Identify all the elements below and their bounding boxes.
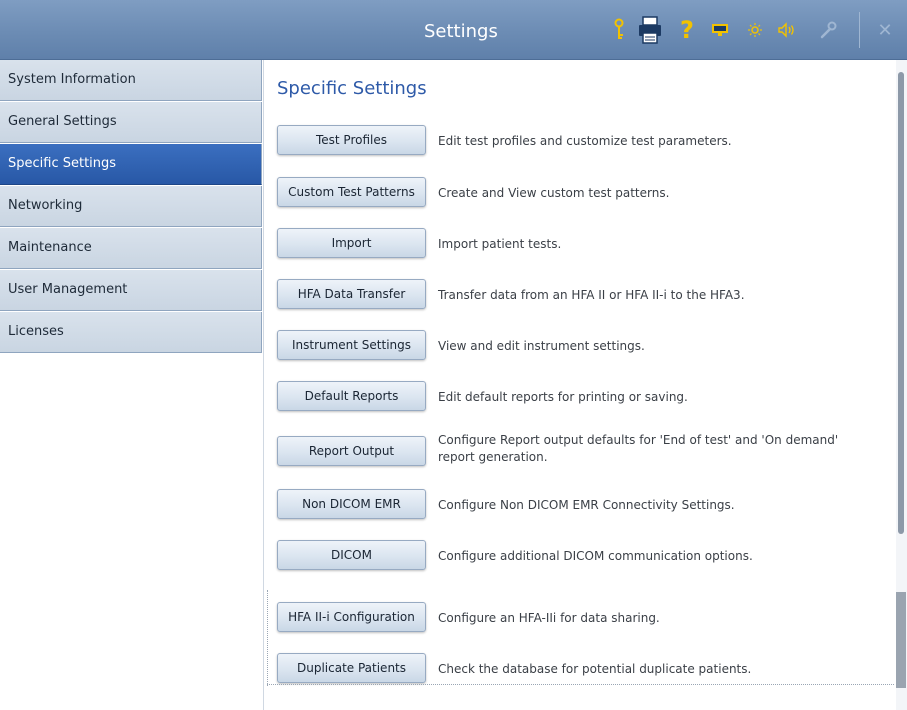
sidebar-item-maintenance[interactable]: Maintenance bbox=[0, 228, 262, 269]
custom-test-patterns-description: Create and View custom test patterns. bbox=[438, 186, 670, 200]
wrench-icon[interactable] bbox=[818, 14, 840, 46]
brightness-icon[interactable] bbox=[746, 14, 764, 46]
volume-icon[interactable] bbox=[776, 14, 798, 46]
overflow-indicator bbox=[267, 590, 268, 686]
sidebar-item-label: Specific Settings bbox=[8, 156, 117, 171]
toolbar-separator bbox=[859, 12, 860, 48]
import-button[interactable]: Import bbox=[277, 228, 426, 258]
custom-test-patterns-button[interactable]: Custom Test Patterns bbox=[277, 177, 426, 207]
sidebar-item-label: General Settings bbox=[8, 114, 117, 129]
non-dicom-emr-description: Configure Non DICOM EMR Connectivity Set… bbox=[438, 498, 735, 512]
sidebar-item-user-management[interactable]: User Management bbox=[0, 270, 262, 311]
sidebar-item-label: System Information bbox=[8, 72, 136, 87]
overflow-divider bbox=[267, 684, 894, 685]
hfa-ii-i-configuration-description: Configure an HFA-IIi for data sharing. bbox=[438, 611, 660, 625]
sidebar-item-licenses[interactable]: Licenses bbox=[0, 312, 262, 353]
help-glyph: ? bbox=[680, 16, 694, 44]
import-description: Import patient tests. bbox=[438, 237, 562, 251]
printer-icon[interactable] bbox=[636, 14, 664, 46]
dicom-button[interactable]: DICOM bbox=[277, 540, 426, 570]
test-profiles-description: Edit test profiles and customize test pa… bbox=[438, 134, 732, 148]
sidebar-item-specific-settings[interactable]: Specific Settings bbox=[0, 144, 262, 185]
help-icon[interactable]: ? bbox=[678, 14, 696, 46]
key-icon[interactable] bbox=[611, 14, 627, 46]
window-title: Settings bbox=[424, 21, 498, 42]
sidebar: System Information General Settings Spec… bbox=[0, 60, 262, 710]
sidebar-item-label: Licenses bbox=[8, 324, 64, 339]
display-icon[interactable] bbox=[710, 14, 730, 46]
scrollbar-thumb[interactable] bbox=[898, 72, 904, 534]
hfa-data-transfer-button[interactable]: HFA Data Transfer bbox=[277, 279, 426, 309]
default-reports-button[interactable]: Default Reports bbox=[277, 381, 426, 411]
close-glyph: ✕ bbox=[877, 19, 893, 41]
sidebar-item-system-information[interactable]: System Information bbox=[0, 60, 262, 101]
sidebar-item-networking[interactable]: Networking bbox=[0, 186, 262, 227]
sidebar-item-general-settings[interactable]: General Settings bbox=[0, 102, 262, 143]
default-reports-description: Edit default reports for printing or sav… bbox=[438, 390, 688, 404]
title-bar: Settings ? ✕ bbox=[0, 0, 907, 60]
non-dicom-emr-button[interactable]: Non DICOM EMR bbox=[277, 489, 426, 519]
instrument-settings-description: View and edit instrument settings. bbox=[438, 339, 645, 353]
duplicate-patients-description: Check the database for potential duplica… bbox=[438, 662, 752, 676]
hfa-ii-i-configuration-button[interactable]: HFA II-i Configuration bbox=[277, 602, 426, 632]
sidebar-item-label: User Management bbox=[8, 282, 128, 297]
test-profiles-button[interactable]: Test Profiles bbox=[277, 125, 426, 155]
duplicate-patients-button[interactable]: Duplicate Patients bbox=[277, 653, 426, 683]
close-icon[interactable]: ✕ bbox=[874, 14, 896, 46]
sidebar-item-label: Networking bbox=[8, 198, 83, 213]
instrument-settings-button[interactable]: Instrument Settings bbox=[277, 330, 426, 360]
report-output-description: Configure Report output defaults for 'En… bbox=[438, 433, 839, 464]
hfa-data-transfer-description: Transfer data from an HFA II or HFA II-i… bbox=[438, 288, 745, 302]
dicom-description: Configure additional DICOM communication… bbox=[438, 549, 753, 563]
report-output-button[interactable]: Report Output bbox=[277, 436, 426, 466]
scrollbar-lower-thumb[interactable] bbox=[896, 592, 906, 688]
panel-divider bbox=[263, 60, 264, 710]
page-title: Specific Settings bbox=[277, 78, 427, 99]
sidebar-item-label: Maintenance bbox=[8, 240, 92, 255]
